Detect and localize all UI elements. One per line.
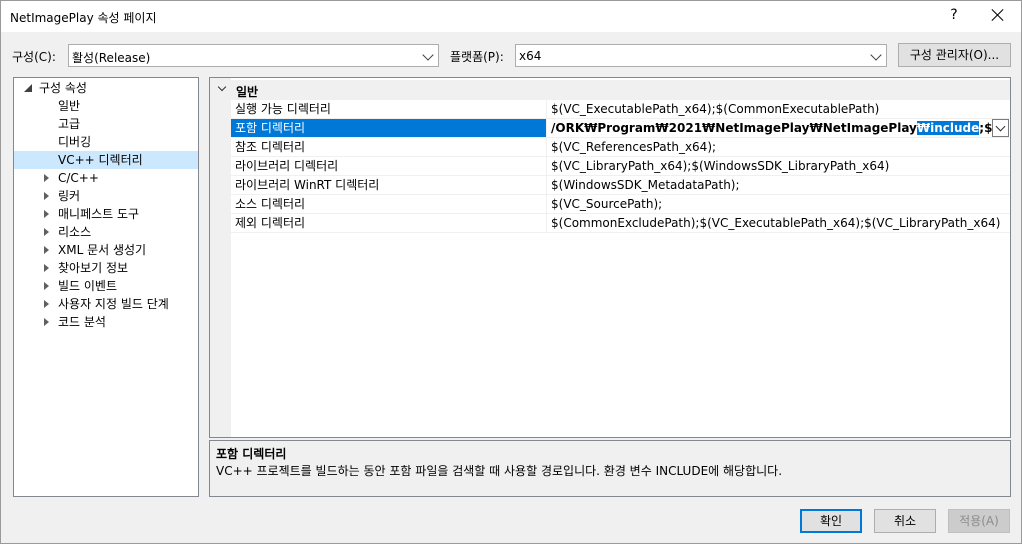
value-dropdown-button[interactable] <box>992 119 1009 137</box>
property-row-executable-dirs[interactable]: 실행 가능 디렉터리 $(VC_ExecutablePath_x64);$(Co… <box>231 100 1010 119</box>
property-name: 제외 디렉터리 <box>231 214 547 232</box>
tree-item-label: 사용자 지정 빌드 단계 <box>58 297 169 311</box>
tree-item-browse-info[interactable]: 찾아보기 정보 <box>14 259 198 277</box>
value-text: /ORK₩Program₩2021₩NetImagePlay₩NetImageP… <box>551 121 917 135</box>
value-selection: ₩include <box>916 121 980 135</box>
property-name: 실행 가능 디렉터리 <box>231 100 547 118</box>
config-value: 활성(Release) <box>72 51 151 65</box>
tree-item-label: 일반 <box>58 99 81 113</box>
tree-item-resources[interactable]: 리소스 <box>14 223 198 241</box>
config-label: 구성(C): <box>12 50 56 64</box>
property-row-reference-dirs[interactable]: 참조 디렉터리 $(VC_ReferencesPath_x64); <box>231 138 1010 157</box>
expand-open-icon <box>24 84 32 92</box>
title-bar: NetImagePlay 속성 페이지 ? <box>1 1 1021 32</box>
tree-item-label: 리소스 <box>58 225 92 239</box>
cancel-button[interactable]: 취소 <box>874 509 936 533</box>
platform-label: 플랫폼(P): <box>450 50 504 64</box>
tree-item-label: 빌드 이벤트 <box>58 279 118 293</box>
tree-item-debugging[interactable]: 디버깅 <box>14 133 198 151</box>
expand-closed-icon[interactable] <box>44 282 49 290</box>
platform-value: x64 <box>519 49 542 63</box>
tree-item-label: XML 문서 생성기 <box>58 243 147 257</box>
tree-item-cpp[interactable]: C/C++ <box>14 169 198 187</box>
property-row-library-winrt-dirs[interactable]: 라이브러리 WinRT 디렉터리 $(WindowsSDK_MetadataPa… <box>231 176 1010 195</box>
property-name: 라이브러리 WinRT 디렉터리 <box>231 176 547 194</box>
property-name: 포함 디렉터리 <box>231 119 547 137</box>
platform-dropdown[interactable]: x64 <box>515 44 887 67</box>
property-row-exclude-dirs[interactable]: 제외 디렉터리 $(CommonExcludePath);$(VC_Execut… <box>231 214 1010 233</box>
property-name: 소스 디렉터리 <box>231 195 547 213</box>
tree-item-label: 찾아보기 정보 <box>58 261 129 275</box>
configuration-manager-button[interactable]: 구성 관리자(O)... <box>898 43 1011 67</box>
property-name: 라이브러리 디렉터리 <box>231 157 547 175</box>
grid-gutter <box>210 78 231 437</box>
tree-item-label: 링커 <box>58 189 81 203</box>
property-pages-dialog: NetImagePlay 속성 페이지 ? 구성(C): 활성(Release)… <box>0 0 1022 544</box>
property-row-source-dirs[interactable]: 소스 디렉터리 $(VC_SourcePath); <box>231 195 1010 214</box>
expand-closed-icon[interactable] <box>44 228 49 236</box>
property-value[interactable]: $(VC_ReferencesPath_x64); <box>549 138 1010 156</box>
category-label: 일반 <box>236 85 259 99</box>
chevron-down-icon <box>870 49 882 61</box>
expand-closed-icon[interactable] <box>44 174 49 182</box>
expand-closed-icon[interactable] <box>44 300 49 308</box>
tree-item-label: 고급 <box>58 117 81 131</box>
tree-item-linker[interactable]: 링커 <box>14 187 198 205</box>
config-dropdown[interactable]: 활성(Release) <box>68 44 439 67</box>
tree-item-build-events[interactable]: 빌드 이벤트 <box>14 277 198 295</box>
value-text: ;$(IncludePath) <box>979 121 992 135</box>
help-button[interactable]: ? <box>947 7 961 23</box>
property-row-include-dirs[interactable]: 포함 디렉터리 /ORK₩Program₩2021₩NetImagePlay₩N… <box>231 119 1010 138</box>
expand-closed-icon[interactable] <box>44 318 49 326</box>
close-icon[interactable] <box>991 8 1005 22</box>
property-value[interactable]: $(CommonExcludePath);$(VC_ExecutablePath… <box>549 214 1010 232</box>
tree-item-general[interactable]: 일반 <box>14 97 198 115</box>
expand-closed-icon[interactable] <box>44 210 49 218</box>
property-value[interactable]: $(WindowsSDK_MetadataPath); <box>549 176 1010 194</box>
description-title: 포함 디렉터리 <box>216 447 287 461</box>
tree-item-vc-directories[interactable]: VC++ 디렉터리 <box>14 151 198 169</box>
property-row-library-dirs[interactable]: 라이브러리 디렉터리 $(VC_LibraryPath_x64);$(Windo… <box>231 157 1010 176</box>
property-value[interactable]: $(VC_LibraryPath_x64);$(WindowsSDK_Libra… <box>549 157 1010 175</box>
tree-item-manifest-tool[interactable]: 매니페스트 도구 <box>14 205 198 223</box>
tree-item-label: VC++ 디렉터리 <box>58 153 143 167</box>
tree-item-label: 코드 분석 <box>58 315 106 329</box>
apply-button[interactable]: 적용(A) <box>948 509 1010 533</box>
tree-item-label: 매니페스트 도구 <box>58 207 140 221</box>
description-pane: 포함 디렉터리 VC++ 프로젝트를 빌드하는 동안 포함 파일을 검색할 때 … <box>209 440 1011 497</box>
property-value-editor[interactable]: /ORK₩Program₩2021₩NetImagePlay₩NetImageP… <box>549 119 992 137</box>
tree-item-custom-build-step[interactable]: 사용자 지정 빌드 단계 <box>14 295 198 313</box>
expand-closed-icon[interactable] <box>44 246 49 254</box>
tree-item-config-properties[interactable]: 구성 속성 <box>14 79 198 97</box>
property-name: 참조 디렉터리 <box>231 138 547 156</box>
ok-button[interactable]: 확인 <box>800 509 862 533</box>
property-grid: 일반 실행 가능 디렉터리 $(VC_ExecutablePath_x64);$… <box>209 77 1011 438</box>
chevron-down-icon[interactable] <box>217 82 227 92</box>
expand-closed-icon[interactable] <box>44 192 49 200</box>
tree-item-xml-doc-generator[interactable]: XML 문서 생성기 <box>14 241 198 259</box>
description-text: VC++ 프로젝트를 빌드하는 동안 포함 파일을 검색할 때 사용할 경로입니… <box>216 464 783 478</box>
tree-item-label: 구성 속성 <box>39 81 87 95</box>
expand-closed-icon[interactable] <box>44 264 49 272</box>
tree-item-label: C/C++ <box>58 171 99 185</box>
chevron-down-icon <box>422 49 434 61</box>
tree-item-label: 디버깅 <box>58 135 92 149</box>
tree-item-advanced[interactable]: 고급 <box>14 115 198 133</box>
category-general[interactable]: 일반 <box>210 80 1010 100</box>
tree-item-code-analysis[interactable]: 코드 분석 <box>14 313 198 331</box>
window-title: NetImagePlay 속성 페이지 <box>10 11 157 25</box>
property-value[interactable]: $(VC_ExecutablePath_x64);$(CommonExecuta… <box>549 100 1010 118</box>
property-value[interactable]: $(VC_SourcePath); <box>549 195 1010 213</box>
property-tree: 구성 속성 일반 고급 디버깅 VC++ 디렉터리 C/C++ 링커 매니페스트… <box>13 77 199 497</box>
